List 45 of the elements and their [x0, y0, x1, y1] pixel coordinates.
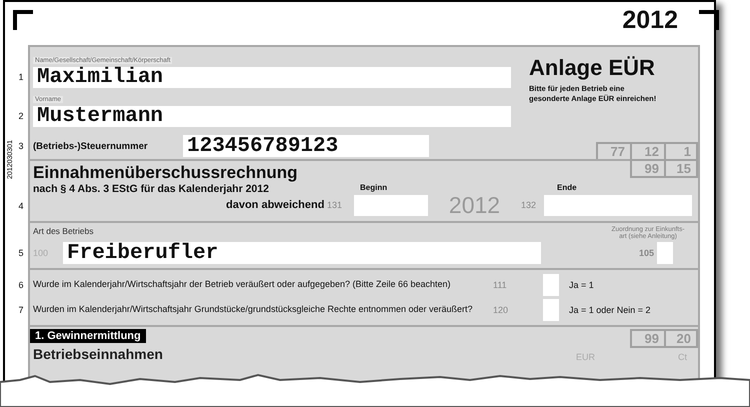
- section-heading: Betriebseinnahmen: [33, 346, 163, 362]
- form-title: Anlage EÜR: [529, 55, 656, 81]
- business-type-field[interactable]: Freiberufler: [63, 242, 541, 264]
- field-label: Art des Betriebs: [33, 226, 94, 238]
- form-code-cell: 15: [664, 159, 698, 178]
- field-code: 132: [521, 200, 538, 210]
- field-code: 131: [327, 200, 344, 210]
- field-label: Ende: [557, 183, 577, 192]
- section-title: 1. Gewinnermittlung: [30, 329, 146, 344]
- field-label: Beginn: [360, 183, 388, 192]
- line-number: 4: [17, 201, 24, 211]
- answer-hint: Ja = 1 oder Nein = 2: [569, 304, 651, 315]
- end-date-field[interactable]: [544, 194, 692, 216]
- answer-hint: Ja = 1: [569, 280, 594, 290]
- line-number: 7: [17, 305, 24, 316]
- assignment-field[interactable]: [657, 242, 673, 264]
- tax-number-field[interactable]: 123456789123: [183, 135, 429, 157]
- begin-date-field[interactable]: [354, 194, 428, 216]
- year-text: 2012: [448, 192, 502, 218]
- line-number: 3: [17, 141, 24, 151]
- form-code-cell: 12: [630, 142, 664, 161]
- question-text: Wurden im Kalenderjahr/Wirtschaftsjahr Grundstücke/grundstücksgleiche Rechte entnommen oder veräußert?: [33, 304, 474, 315]
- field-code: 105: [639, 248, 656, 258]
- name-field[interactable]: Maximilian: [33, 67, 511, 88]
- answer-field[interactable]: [543, 274, 559, 296]
- corner-mark-icon: [13, 10, 33, 30]
- line-number: 1: [17, 72, 24, 82]
- field-label: (Betriebs-)Steuernummer: [33, 140, 149, 152]
- field-code: 111: [493, 280, 508, 290]
- form-code-cell: 99: [630, 159, 664, 178]
- form-code-cell: 1: [664, 142, 698, 161]
- form-code-cell: 99: [630, 329, 664, 348]
- line-number: 6: [17, 280, 24, 290]
- question-text: Wurde im Kalenderjahr/Wirtschaftsjahr der Betrieb veräußert oder aufgegeben? (Bitte Zeile 66 beachten): [33, 280, 452, 290]
- answer-field[interactable]: [543, 298, 559, 321]
- field-label: davon abweichend: [226, 199, 326, 211]
- section-title: Einnahmenüberschussrechnung: [33, 163, 298, 183]
- first-name-field[interactable]: Mustermann: [33, 106, 511, 127]
- line-number: 5: [17, 248, 24, 258]
- form-year: 2012: [622, 6, 678, 35]
- form-code-cell: 20: [664, 329, 698, 348]
- section-subtitle: nach § 4 Abs. 3 EStG für das Kalenderjahr 2012: [33, 183, 270, 195]
- form-code-cell: 77: [596, 142, 630, 161]
- field-code: 120: [493, 304, 510, 315]
- line-number: 2: [17, 111, 24, 121]
